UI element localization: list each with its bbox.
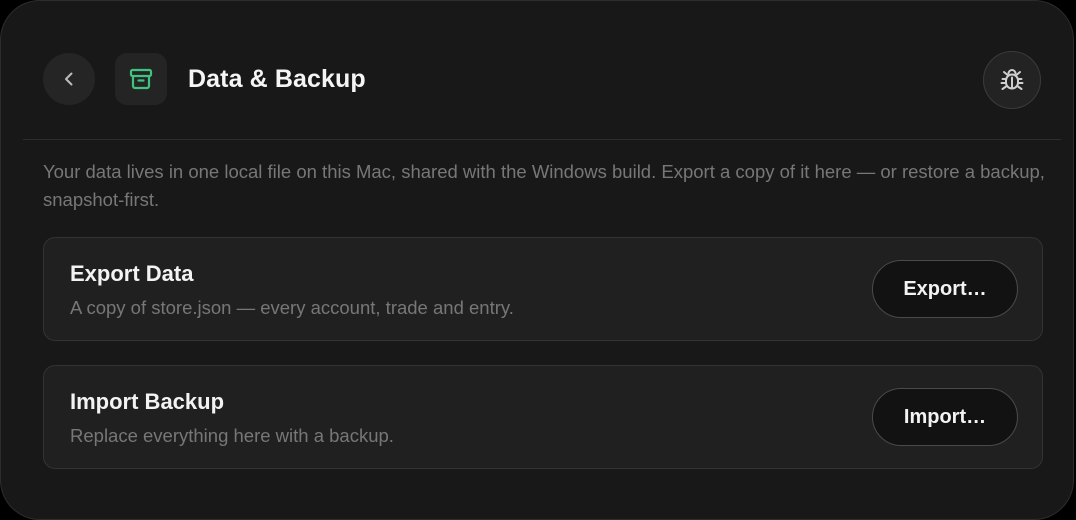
back-button[interactable] xyxy=(43,53,95,105)
import-button[interactable]: Import… xyxy=(872,388,1018,446)
export-data-title: Export Data xyxy=(70,261,194,286)
section-icon-tile xyxy=(115,53,167,105)
export-button[interactable]: Export… xyxy=(872,260,1018,318)
settings-panel: Data & Backup Your data lives in one loc… xyxy=(0,0,1074,520)
import-backup-description: Replace everything here with a backup. xyxy=(70,425,394,446)
import-backup-card: Import Backup Replace everything here wi… xyxy=(43,365,1043,469)
bug-icon xyxy=(997,65,1027,95)
export-data-description: A copy of store.json — every account, tr… xyxy=(70,297,514,318)
chevron-left-icon xyxy=(60,70,78,88)
export-data-card: Export Data A copy of store.json — every… xyxy=(43,237,1043,341)
debug-button[interactable] xyxy=(983,51,1041,109)
import-backup-title: Import Backup xyxy=(70,389,225,414)
page-header: Data & Backup xyxy=(1,1,1073,139)
page-title: Data & Backup xyxy=(188,65,366,93)
archive-box-icon xyxy=(127,65,155,93)
intro-text: Your data lives in one local file on thi… xyxy=(43,161,1045,210)
header-divider xyxy=(23,139,1061,140)
